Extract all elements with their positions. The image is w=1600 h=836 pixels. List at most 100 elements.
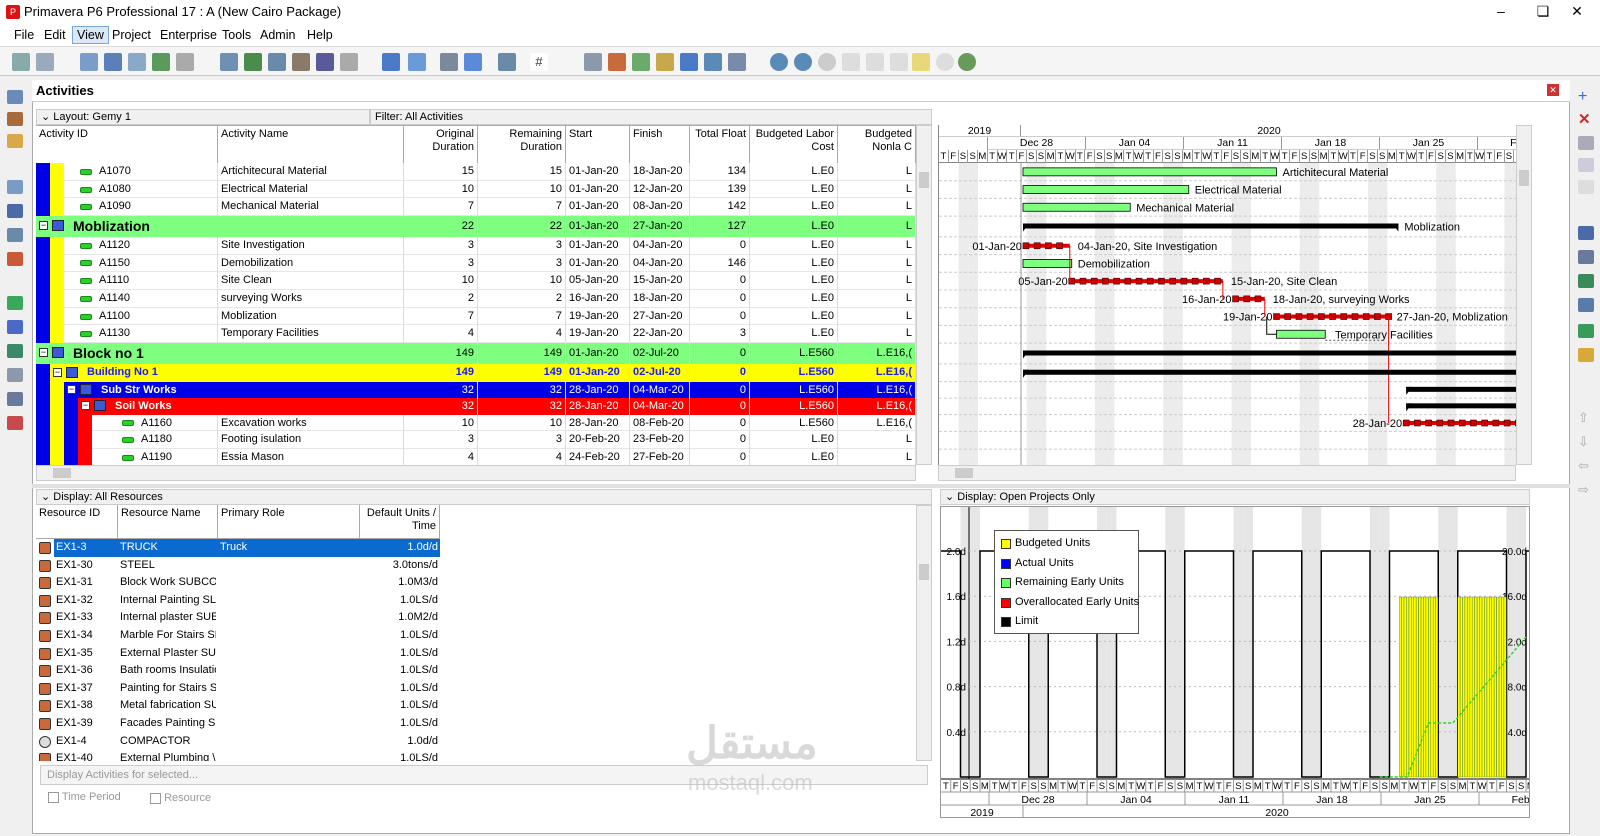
resource-units-cell[interactable]: 1.0M2/d: [362, 609, 438, 627]
activity-start-cell[interactable]: 19-Jan-20: [566, 325, 630, 344]
gantt-bar[interactable]: [1022, 167, 1277, 177]
activity-od-cell[interactable]: 4: [404, 449, 478, 465]
activity-row[interactable]: A1100 Moblization 7 7 19-Jan-20 27-Jan-20 0 L.E…: [36, 307, 916, 326]
activity-name-cell[interactable]: Excavation works: [218, 414, 404, 432]
activity-id-cell[interactable]: A1090: [96, 198, 218, 217]
resource-name-cell[interactable]: Marble For Stairs SL: [120, 627, 216, 645]
resource-row[interactable]: EX1-36 Bath rooms Insulatio 1.0LS/d: [36, 662, 916, 680]
link-icon[interactable]: [680, 53, 698, 71]
activity-rd-cell[interactable]: 7: [478, 307, 566, 326]
resources-icon[interactable]: [7, 204, 23, 218]
activity-bnc-cell[interactable]: L.E16,(: [838, 414, 916, 432]
activity-name-cell[interactable]: Footing isulation: [218, 431, 404, 450]
activity-row[interactable]: A1110 Site Clean 10 10 05-Jan-20 15-Jan-20 0 L.…: [36, 272, 916, 290]
activity-blc-cell[interactable]: L.E0: [750, 431, 838, 450]
resource-id-cell[interactable]: EX1-40: [56, 750, 118, 761]
wbs-row[interactable]: − Building No 1 149 149 01-Jan-20 02-Jul-20 0 L…: [36, 363, 916, 382]
activity-tf-cell[interactable]: 0: [690, 290, 750, 308]
resource-name-cell[interactable]: Painting for Stairs SI: [120, 680, 216, 698]
activity-tf-cell[interactable]: 139: [690, 180, 750, 199]
activity-od-cell[interactable]: 32: [404, 398, 478, 415]
activity-rd-cell[interactable]: 2: [478, 290, 566, 308]
activity-bnc-cell[interactable]: L: [838, 236, 916, 255]
horizontal-splitter[interactable]: [32, 484, 1570, 488]
activity-finish-cell[interactable]: 12-Jan-20: [630, 180, 690, 199]
activity-bnc-cell[interactable]: L: [838, 272, 916, 290]
activity-row[interactable]: A1120 Site Investigation 3 3 01-Jan-20 04-Jan…: [36, 236, 916, 255]
resource-role-cell[interactable]: Truck: [220, 539, 360, 557]
resource-id-cell[interactable]: EX1-30: [56, 557, 118, 575]
resource-name-cell[interactable]: External Plaster SUE: [120, 645, 216, 663]
activity-od-cell[interactable]: 15: [404, 163, 478, 181]
activities-vscrollbar[interactable]: [916, 125, 932, 465]
wbs-row[interactable]: − Block no 1 149 149 01-Jan-20 02-Jul-20 0 L.E5…: [36, 343, 916, 364]
split-icon[interactable]: [890, 53, 908, 71]
resource-name-cell[interactable]: External Plumbing \: [120, 750, 216, 761]
column-layout-icon[interactable]: [408, 53, 426, 71]
resource-id-cell[interactable]: EX1-36: [56, 662, 118, 680]
menu-admin[interactable]: Admin: [256, 27, 299, 43]
activity-finish-cell[interactable]: 08-Feb-20: [630, 414, 690, 432]
col-activity-name[interactable]: Activity Name: [218, 126, 404, 164]
activity-tf-cell[interactable]: 0: [690, 272, 750, 290]
gantt-vscrollbar[interactable]: [1516, 125, 1532, 465]
activity-start-cell[interactable]: 24-Feb-20: [566, 449, 630, 465]
gantt-summary-bar[interactable]: [1023, 369, 1516, 375]
activity-rd-cell[interactable]: 3: [478, 431, 566, 450]
scroll-thumb[interactable]: [919, 564, 929, 580]
resource-checkbox[interactable]: Resource: [150, 792, 211, 804]
wbs-row[interactable]: − Soil Works 32 32 28-Jan-20 04-Mar-20 0 L.E560…: [36, 398, 916, 415]
activity-od-cell[interactable]: 10: [404, 180, 478, 199]
activity-id-cell[interactable]: Sub Str Works: [98, 382, 404, 399]
activity-row[interactable]: A1180 Footing isulation 3 3 20-Feb-20 23-Feb-…: [36, 431, 916, 450]
activities-hscrollbar[interactable]: [36, 465, 916, 481]
activity-id-cell[interactable]: A1160: [138, 414, 218, 432]
activity-finish-cell[interactable]: 02-Jul-20: [630, 343, 690, 364]
activity-rd-cell[interactable]: 149: [478, 343, 566, 364]
activity-row[interactable]: A1080 Electrical Material 10 10 01-Jan-20 12-…: [36, 180, 916, 199]
menu-project[interactable]: Project: [108, 27, 155, 43]
menu-help[interactable]: Help: [303, 27, 337, 43]
activity-start-cell[interactable]: 01-Jan-20: [566, 254, 630, 273]
activity-blc-cell[interactable]: L.E0: [750, 198, 838, 217]
activity-id-cell[interactable]: Block no 1: [70, 343, 404, 364]
activity-od-cell[interactable]: 10: [404, 272, 478, 290]
resource-row[interactable]: EX1-34 Marble For Stairs SL 1.0LS/d: [36, 627, 916, 645]
activity-id-cell[interactable]: A1080: [96, 180, 218, 199]
steps-icon[interactable]: [728, 53, 746, 71]
activity-finish-cell[interactable]: 04-Mar-20: [630, 398, 690, 415]
close-panel-icon[interactable]: ✕: [1547, 84, 1559, 96]
activity-tf-cell[interactable]: 142: [690, 198, 750, 217]
activity-name-cell[interactable]: Temporary Facilities: [218, 325, 404, 344]
activity-row[interactable]: A1090 Mechanical Material 7 7 01-Jan-20 08-Ja…: [36, 198, 916, 217]
web-icon[interactable]: [958, 53, 976, 71]
checkbox-box[interactable]: [48, 791, 59, 803]
activity-bnc-cell[interactable]: L: [838, 198, 916, 217]
activity-blc-cell[interactable]: L.E0: [750, 449, 838, 465]
resource-role-cell[interactable]: [220, 715, 360, 733]
activity-id-cell[interactable]: A1070: [96, 163, 218, 181]
activity-tf-cell[interactable]: 0: [690, 236, 750, 255]
activity-rd-cell[interactable]: 4: [478, 325, 566, 344]
resource-name-cell[interactable]: TRUCK: [120, 539, 216, 557]
resource-row[interactable]: EX1-32 Internal Painting SL 1.0LS/d: [36, 591, 916, 610]
reports-icon[interactable]: [7, 228, 23, 242]
hash-icon[interactable]: #: [530, 53, 548, 71]
col-original-duration[interactable]: Original Duration: [404, 126, 478, 164]
move-left-icon[interactable]: ⇦: [1578, 458, 1589, 474]
resource-role-cell[interactable]: [220, 627, 360, 645]
issues-icon[interactable]: [7, 392, 23, 406]
team-icon[interactable]: [7, 344, 23, 358]
gantt-summary-bar[interactable]: [1406, 386, 1516, 392]
gantt-bar-label[interactable]: Mechanical Material: [1136, 202, 1234, 214]
activity-tf-cell[interactable]: 0: [690, 398, 750, 415]
menu-enterprise[interactable]: Enterprise: [156, 27, 221, 43]
resource-row[interactable]: EX1-33 Internal plaster SUE 1.0M2/d: [36, 609, 916, 627]
activity-finish-cell[interactable]: 27-Jan-20: [630, 216, 690, 237]
col-default-units[interactable]: Default Units / Time: [360, 505, 440, 539]
activity-rd-cell[interactable]: 3: [478, 236, 566, 255]
gantt-bar-label[interactable]: 04-Jan-20, Site Investigation: [1078, 241, 1217, 253]
col-budgeted-labor-cost[interactable]: Budgeted Labor Cost: [750, 126, 838, 164]
resource-row[interactable]: EX1-31 Block Work SUBCO 1.0M3/d: [36, 574, 916, 592]
assign-code-icon[interactable]: [1578, 274, 1594, 288]
